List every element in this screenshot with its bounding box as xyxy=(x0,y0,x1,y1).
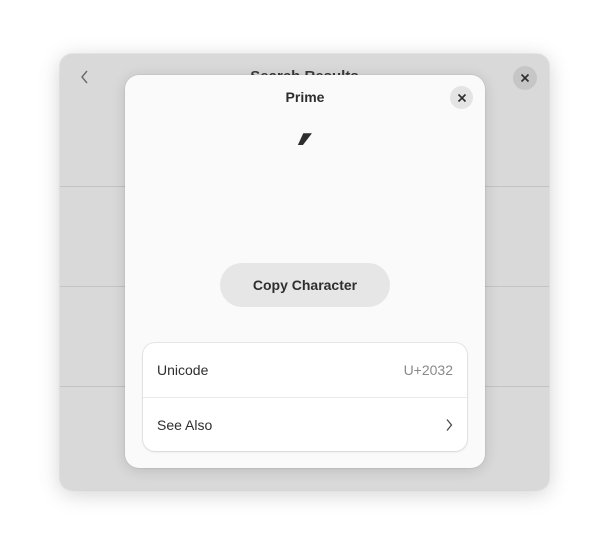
dialog-title: Prime xyxy=(285,89,325,105)
chevron-right-icon xyxy=(445,418,453,432)
unicode-label: Unicode xyxy=(157,362,209,378)
character-dialog: Prime ′ Copy Character Unicode U+2032 Se… xyxy=(125,75,485,468)
close-icon xyxy=(457,93,466,102)
unicode-row: Unicode U+2032 xyxy=(143,343,467,397)
see-also-row[interactable]: See Also xyxy=(143,397,467,451)
dialog-close-button[interactable] xyxy=(450,86,473,109)
unicode-value: U+2032 xyxy=(403,362,453,378)
background-close-button[interactable] xyxy=(513,66,537,90)
close-icon xyxy=(520,73,530,83)
character-preview: ′ xyxy=(296,122,314,196)
character-info-list: Unicode U+2032 See Also xyxy=(143,343,467,451)
see-also-label: See Also xyxy=(157,416,213,433)
copy-character-button[interactable]: Copy Character xyxy=(220,263,390,307)
stage: Search Results Prime ′ Copy Character Un… xyxy=(0,0,609,556)
